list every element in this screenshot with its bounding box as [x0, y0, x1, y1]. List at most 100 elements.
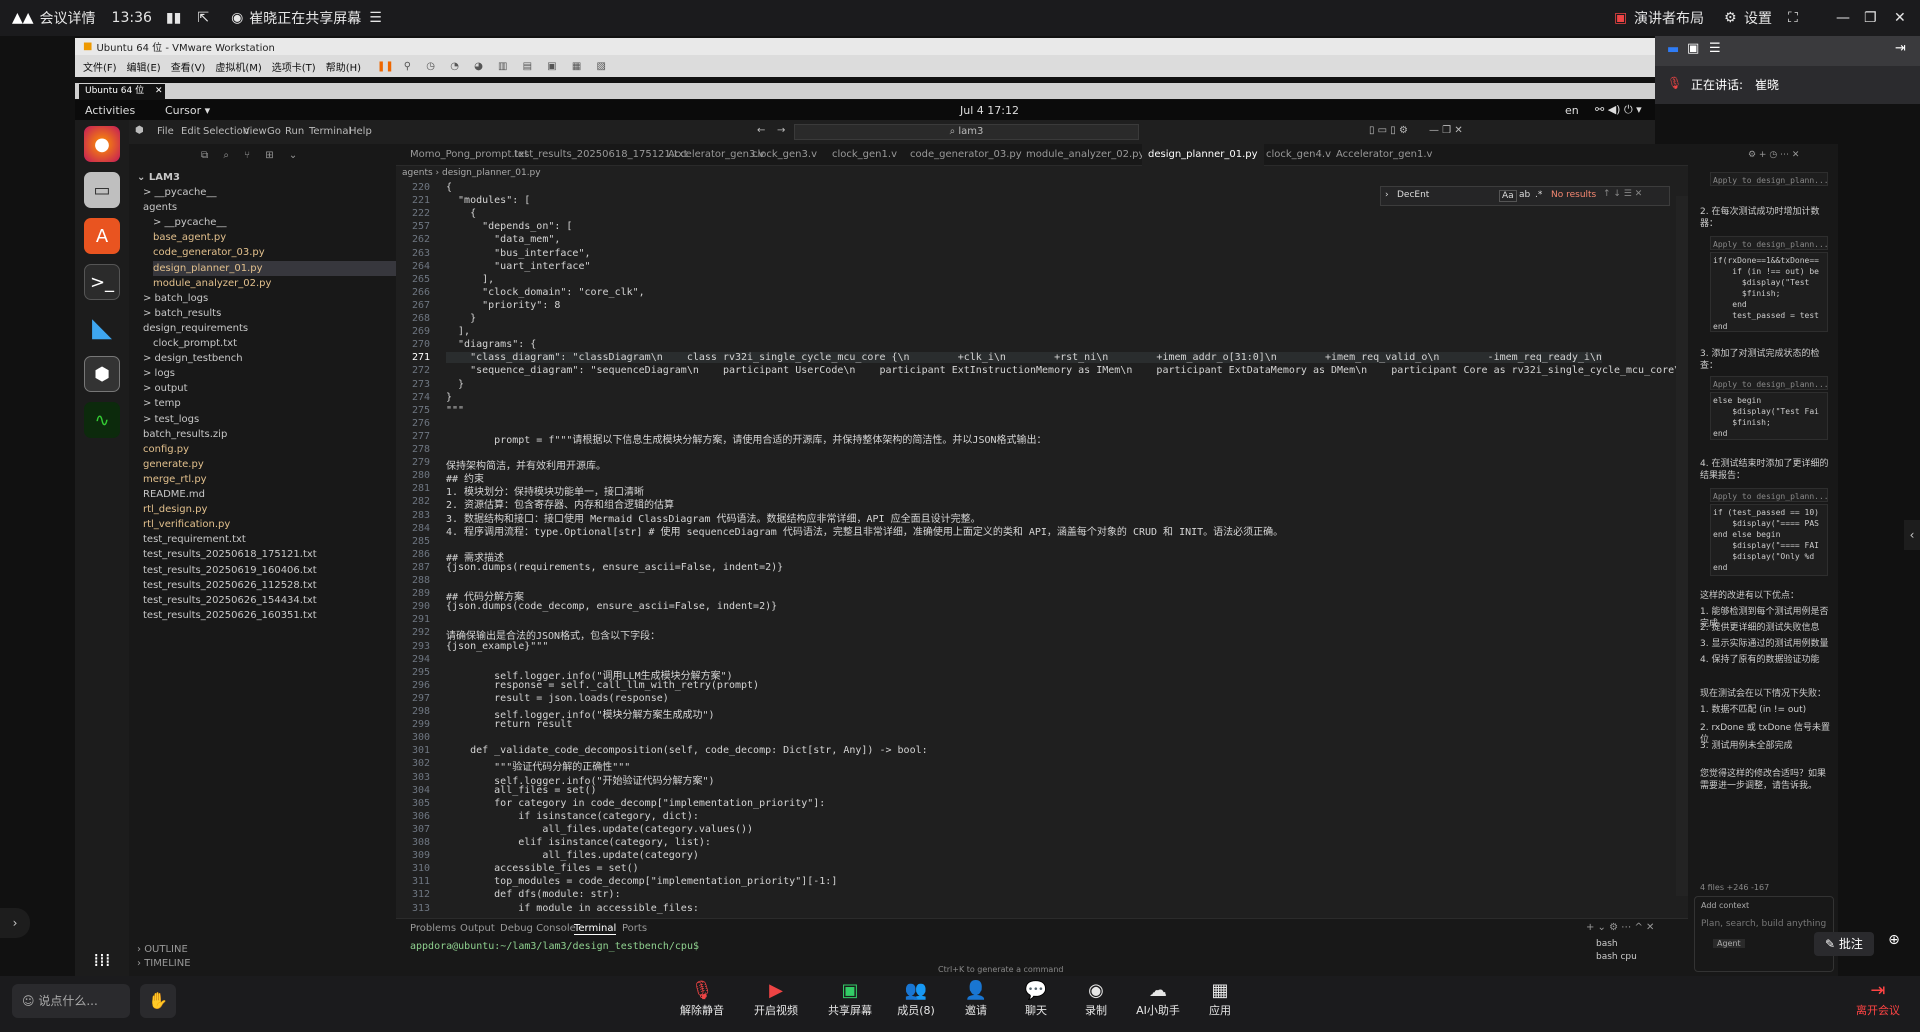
- code-line[interactable]: return result: [446, 719, 572, 730]
- layout-toggle-icons[interactable]: ▯ ▭ ▯ ⚙: [1369, 125, 1408, 136]
- explorer-item[interactable]: agents: [143, 200, 396, 215]
- editor-tab[interactable]: clock_gen3.v: [752, 144, 817, 166]
- breadcrumb-file[interactable]: design_planner_01.py: [442, 168, 541, 178]
- tab-terminal[interactable]: Terminal: [574, 923, 617, 935]
- leave-meeting-button[interactable]: ⇥ 离开会议: [1848, 980, 1908, 1018]
- video-button[interactable]: ▶ 开启视频: [746, 980, 806, 1018]
- minimize-button[interactable]: —: [1836, 10, 1850, 26]
- explorer-item[interactable]: design_planner_01.py: [153, 260, 396, 276]
- waveform-app-icon[interactable]: ∿: [84, 402, 120, 438]
- files-icon[interactable]: ▭: [84, 172, 120, 208]
- panel-collapse-icon[interactable]: ⇥: [1895, 41, 1906, 56]
- editor-tab[interactable]: Accelerator_gen1.v: [1336, 144, 1432, 166]
- editor-tab[interactable]: Momo_Pong_prompt.txt: [410, 144, 528, 166]
- close-button[interactable]: ✕: [1894, 10, 1906, 26]
- explorer-item[interactable]: rtl_design.py: [143, 502, 396, 517]
- tab-problems[interactable]: Problems: [410, 923, 456, 934]
- code-line[interactable]: {json_example}""": [446, 641, 548, 652]
- code-line[interactable]: """: [446, 405, 464, 416]
- show-apps-icon[interactable]: ⁞⁞⁞: [84, 942, 120, 978]
- apply-bar-2[interactable]: Apply to design_plann...: [1710, 376, 1829, 390]
- vscode-icon[interactable]: ◣: [84, 310, 120, 346]
- terminal-icon[interactable]: >_: [84, 264, 120, 300]
- vm-menu-view[interactable]: 查看(V): [171, 59, 206, 74]
- popout-icon[interactable]: ⇱: [197, 10, 209, 26]
- code-line[interactable]: ],: [446, 326, 470, 337]
- code-line[interactable]: all_files.update(category.values()): [446, 824, 753, 835]
- chat-input-box[interactable]: Add context Plan, search, build anything…: [1694, 896, 1834, 972]
- explorer-item[interactable]: > temp: [143, 396, 396, 411]
- code-line[interactable]: "class_diagram": "classDiagram\n class r…: [446, 352, 1602, 364]
- layout-button[interactable]: 演讲者布局: [1634, 8, 1704, 28]
- editor-tab[interactable]: Accelerator_gen3.v: [668, 144, 764, 166]
- outline-section[interactable]: › OUTLINE: [137, 942, 188, 957]
- explorer-item[interactable]: > __pycache__: [153, 215, 396, 230]
- apply-bar-1[interactable]: Apply to design_plann...: [1710, 236, 1829, 250]
- editor-tab[interactable]: clock_gen1.v: [832, 144, 897, 166]
- chat-input[interactable]: Plan, search, build anything: [1701, 919, 1826, 929]
- vm-menu-file[interactable]: 文件(F): [83, 59, 117, 74]
- editor-tab[interactable]: clock_gen4.v: [1266, 144, 1331, 166]
- left-expand-tab[interactable]: ›: [0, 908, 30, 938]
- menu-go[interactable]: Go: [267, 126, 281, 137]
- explorer-item[interactable]: test_results_20250618_175121.txt: [143, 547, 396, 562]
- explorer-item[interactable]: test_results_20250626_112528.txt: [143, 578, 396, 593]
- command-center-search[interactable]: ⌕ lam3: [794, 124, 1139, 140]
- app-menu[interactable]: Cursor ▾: [165, 104, 210, 117]
- explorer-item[interactable]: > design_testbench: [143, 351, 396, 366]
- explorer-item[interactable]: clock_prompt.txt: [153, 336, 396, 351]
- unmute-button[interactable]: 🎙 解除静音: [672, 980, 732, 1018]
- code-line[interactable]: "diagrams": {: [446, 339, 536, 350]
- vm-tab-close-icon[interactable]: ✕: [155, 86, 163, 96]
- code-line[interactable]: }: [446, 392, 452, 403]
- code-line[interactable]: {json.dumps(requirements, ensure_ascii=F…: [446, 562, 783, 573]
- panel-list-icon[interactable]: ☰: [1709, 41, 1721, 56]
- code-line[interactable]: "data_mem",: [446, 234, 560, 245]
- explorer-item[interactable]: > logs: [143, 366, 396, 381]
- chat-button[interactable]: 💬 聊天: [1006, 980, 1066, 1018]
- editor-tab[interactable]: module_analyzer_02.py: [1026, 144, 1144, 166]
- apps-button[interactable]: ▦ 应用: [1190, 980, 1250, 1018]
- explorer-item[interactable]: test_results_20250619_160406.txt: [143, 563, 396, 578]
- sidebar-collapse-tab[interactable]: ‹: [1904, 520, 1920, 550]
- explorer-item[interactable]: > test_logs: [143, 412, 396, 427]
- explorer-item[interactable]: module_analyzer_02.py: [153, 276, 396, 291]
- explorer-item[interactable]: config.py: [143, 442, 396, 457]
- explorer-item[interactable]: merge_rtl.py: [143, 472, 396, 487]
- panel-window-icon[interactable]: ▣: [1687, 41, 1699, 56]
- nav-back-icon[interactable]: ←: [757, 125, 765, 136]
- minimap-scrollbar[interactable]: [1676, 196, 1688, 896]
- explorer-item[interactable]: generate.py: [143, 457, 396, 472]
- explorer-item[interactable]: > __pycache__: [143, 185, 396, 200]
- vm-tab-ubuntu[interactable]: Ubuntu 64 位 ✕: [79, 84, 165, 99]
- code-line[interactable]: if module in accessible_files:: [446, 903, 699, 914]
- whole-word-icon[interactable]: ab: [1519, 190, 1530, 200]
- meeting-details-link[interactable]: 会议详情: [40, 8, 96, 28]
- explorer-item[interactable]: test_results_20250626_154434.txt: [143, 593, 396, 608]
- invite-button[interactable]: 👤 邀请: [946, 980, 1006, 1018]
- code-line[interactable]: "bus_interface",: [446, 248, 590, 259]
- chat-toolbar-icons[interactable]: ⚙ + ◷ ⋯ ✕: [1748, 150, 1799, 160]
- breadcrumb-folder[interactable]: agents: [402, 168, 433, 178]
- code-line[interactable]: "depends_on": [: [446, 221, 572, 232]
- menu-help[interactable]: Help: [349, 126, 372, 137]
- explorer-item[interactable]: test_results_20250626_160351.txt: [143, 608, 396, 623]
- explorer-item[interactable]: > batch_results: [143, 306, 396, 321]
- code-line[interactable]: def _validate_code_decomposition(self, c…: [446, 745, 928, 756]
- tab-debug-console[interactable]: Debug Console: [500, 923, 576, 934]
- editor-tab[interactable]: code_generator_03.py: [910, 144, 1022, 166]
- code-line[interactable]: all_files = set(): [446, 785, 596, 796]
- editor-tab[interactable]: test_results_20250618_175121.txt: [514, 144, 688, 166]
- explorer-item[interactable]: rtl_verification.py: [143, 517, 396, 532]
- activities-button[interactable]: Activities: [85, 104, 135, 117]
- menu-run[interactable]: Run: [285, 126, 304, 137]
- code-line[interactable]: all_files.update(category): [446, 850, 699, 861]
- terminal-prompt[interactable]: appdora@ubuntu:~/lam3/lam3/design_testbe…: [410, 941, 699, 952]
- window-controls[interactable]: — ❐ ✕: [1429, 125, 1463, 136]
- explorer-root[interactable]: ⌄ LAM3: [137, 170, 180, 185]
- add-context-button[interactable]: Add context: [1701, 901, 1749, 910]
- code-line[interactable]: response = self._call_llm_with_retry(pro…: [446, 680, 759, 691]
- code-line[interactable]: 4. 程序调用流程：type.Optional[str] # 使用 sequen…: [446, 523, 1283, 538]
- app-center-icon[interactable]: A: [84, 218, 120, 254]
- vm-menu-tabs[interactable]: 选项卡(T): [272, 59, 316, 74]
